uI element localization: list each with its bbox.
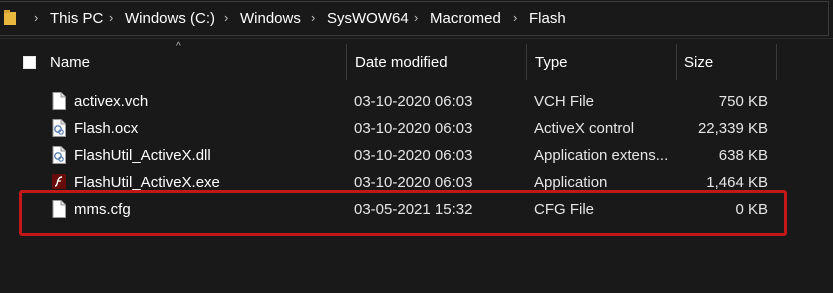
column-header-name-label: Name bbox=[50, 53, 91, 71]
document-icon bbox=[52, 92, 66, 110]
column-divider[interactable] bbox=[526, 44, 527, 80]
column-divider[interactable] bbox=[676, 44, 677, 80]
gear-document-icon bbox=[52, 119, 66, 137]
breadcrumb-this-pc[interactable]: This PC bbox=[50, 10, 103, 27]
column-header-date[interactable]: Date modified bbox=[355, 44, 525, 80]
file-date: 03-10-2020 06:03 bbox=[354, 147, 473, 164]
column-divider[interactable] bbox=[776, 44, 777, 80]
file-date: 03-10-2020 06:03 bbox=[354, 120, 473, 137]
file-date: 03-10-2020 06:03 bbox=[354, 93, 473, 110]
file-size: 22,339 KB bbox=[697, 120, 768, 137]
column-header-size-label: Size bbox=[684, 53, 714, 71]
breadcrumb-windows-c[interactable]: Windows (C:) bbox=[125, 10, 215, 27]
file-row[interactable]: activex.vch 03-10-2020 06:03 VCH File 75… bbox=[20, 88, 778, 115]
breadcrumb-separator[interactable]: › bbox=[109, 10, 113, 25]
breadcrumb-macromed[interactable]: Macromed bbox=[430, 10, 501, 27]
column-header-name[interactable]: Name bbox=[50, 44, 345, 80]
breadcrumb-separator[interactable]: › bbox=[311, 10, 315, 25]
column-header-type-label: Type bbox=[535, 53, 568, 71]
file-name: Flash.ocx bbox=[74, 120, 139, 137]
breadcrumb-separator[interactable]: › bbox=[414, 10, 418, 25]
file-name: activex.vch bbox=[74, 93, 149, 110]
column-divider[interactable] bbox=[346, 44, 347, 80]
file-date: 03-10-2020 06:03 bbox=[354, 174, 473, 191]
breadcrumb-separator[interactable]: › bbox=[224, 10, 228, 25]
gear-document-icon bbox=[52, 146, 66, 164]
file-type: Application extens... bbox=[534, 147, 669, 164]
breadcrumb-separator[interactable]: › bbox=[34, 10, 38, 25]
file-row[interactable]: FlashUtil_ActiveX.dll 03-10-2020 06:03 A… bbox=[20, 142, 778, 169]
address-bar[interactable]: › This PC › Windows (C:) › Windows › Sys… bbox=[0, 0, 833, 39]
flash-app-icon bbox=[52, 174, 66, 189]
breadcrumb-windows[interactable]: Windows bbox=[240, 10, 301, 27]
select-all-checkbox[interactable] bbox=[23, 56, 36, 69]
file-name: FlashUtil_ActiveX.dll bbox=[74, 147, 211, 164]
file-size: 638 KB bbox=[718, 147, 768, 164]
file-size: 1,464 KB bbox=[706, 174, 768, 191]
column-header-type[interactable]: Type bbox=[535, 44, 675, 80]
highlight-box bbox=[19, 190, 787, 236]
breadcrumb-syswow64[interactable]: SysWOW64 bbox=[327, 10, 409, 27]
file-row[interactable]: Flash.ocx 03-10-2020 06:03 ActiveX contr… bbox=[20, 115, 778, 142]
file-type: VCH File bbox=[534, 93, 595, 110]
breadcrumb-flash[interactable]: Flash bbox=[529, 10, 566, 27]
folder-icon bbox=[4, 10, 16, 25]
file-size: 750 KB bbox=[718, 93, 768, 110]
file-type: ActiveX control bbox=[534, 120, 635, 137]
file-name: FlashUtil_ActiveX.exe bbox=[74, 174, 220, 191]
column-header-date-label: Date modified bbox=[355, 53, 448, 71]
file-type: Application bbox=[534, 174, 608, 191]
column-header-size[interactable]: Size bbox=[684, 44, 774, 80]
breadcrumb-separator[interactable]: › bbox=[513, 10, 517, 25]
